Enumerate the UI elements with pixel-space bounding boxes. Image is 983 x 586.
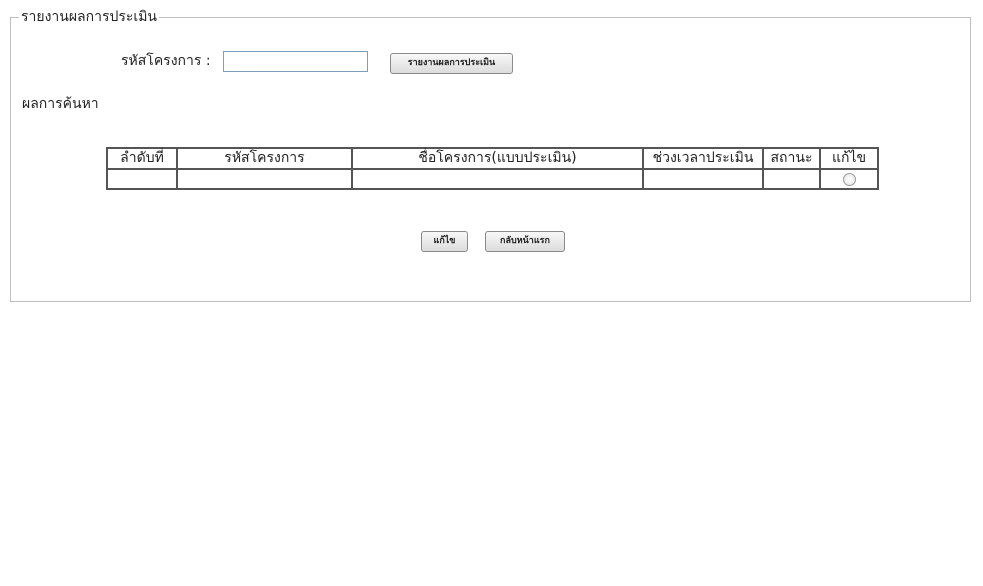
cell-project-code: [177, 169, 352, 189]
report-button[interactable]: รายงานผลการประเมิน: [390, 53, 513, 74]
cell-status: [763, 169, 820, 189]
cell-project-name: [352, 169, 643, 189]
report-fieldset: รายงานผลการประเมิน รหัสโครงการ : รายงานผ…: [10, 9, 971, 302]
project-code-input[interactable]: [223, 51, 368, 72]
column-header-seq: ลำดับที่: [107, 148, 177, 169]
column-header-period: ช่วงเวลาประเมิน: [643, 148, 763, 169]
edit-select-radio[interactable]: [842, 172, 856, 186]
fieldset-legend: รายงานผลการประเมิน: [19, 9, 160, 25]
column-header-project-code: รหัสโครงการ: [177, 148, 352, 169]
table-header-row: ลำดับที่ รหัสโครงการ ชื่อโครงการ(แบบประเ…: [107, 148, 878, 169]
back-home-button[interactable]: กลับหน้าแรก: [485, 231, 565, 252]
cell-edit: [820, 169, 878, 189]
project-code-label: รหัสโครงการ :: [121, 53, 211, 69]
cell-period: [643, 169, 763, 189]
column-header-status: สถานะ: [763, 148, 820, 169]
cell-seq: [107, 169, 177, 189]
table-row: [107, 169, 878, 189]
column-header-edit: แก้ไข: [820, 148, 878, 169]
results-table: ลำดับที่ รหัสโครงการ ชื่อโครงการ(แบบประเ…: [106, 147, 879, 190]
column-header-project-name: ชื่อโครงการ(แบบประเมิน): [352, 148, 643, 169]
edit-button[interactable]: แก้ไข: [421, 231, 468, 252]
results-label: ผลการค้นหา: [22, 96, 99, 112]
